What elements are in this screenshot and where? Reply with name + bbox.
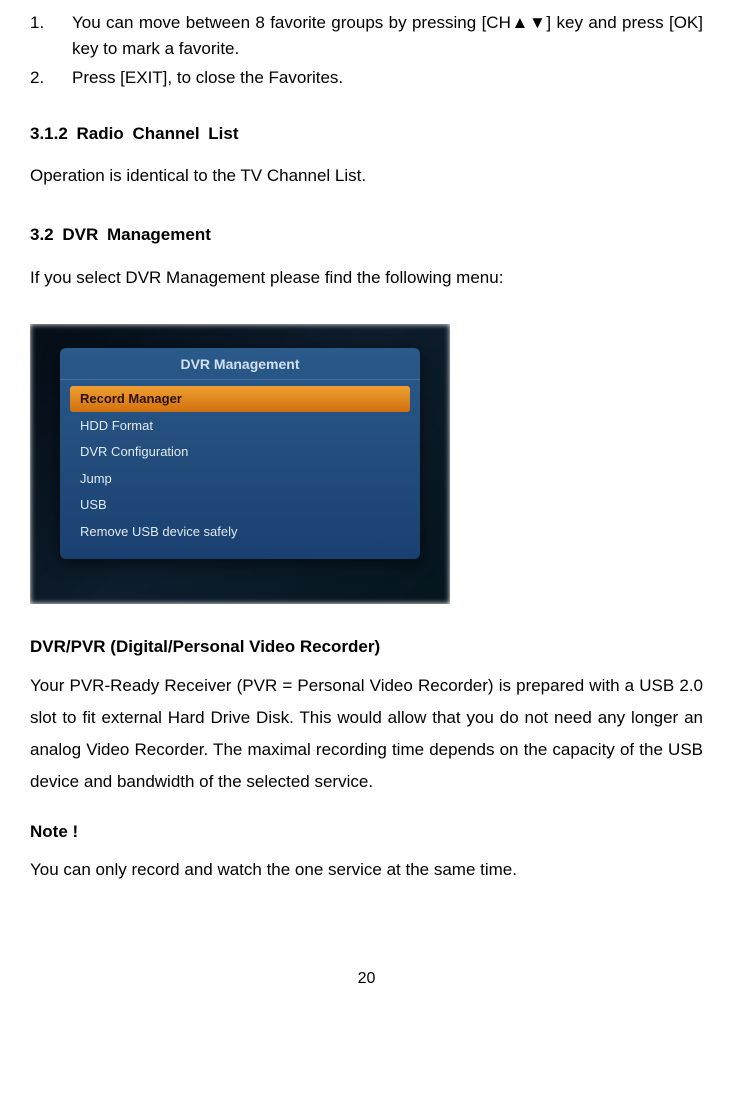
dvr-pvr-body: Your PVR-Ready Receiver (PVR = Personal … — [30, 670, 703, 799]
menu-item-usb: USB — [70, 492, 410, 518]
list-text: Press [EXIT], to close the Favorites. — [72, 65, 703, 91]
page-number: 20 — [30, 967, 703, 991]
note-heading: Note ! — [30, 819, 703, 845]
list-number: 1. — [30, 10, 72, 61]
menu-item-record-manager: Record Manager — [70, 386, 410, 412]
menu-window: DVR Management Record Manager HDD Format… — [60, 348, 420, 559]
heading-3-1-2: 3.1.2 Radio Channel List — [30, 121, 703, 147]
body-3-1-2: Operation is identical to the TV Channel… — [30, 160, 703, 192]
menu-item-hdd-format: HDD Format — [70, 413, 410, 439]
dvr-menu-screenshot: DVR Management Record Manager HDD Format… — [30, 324, 450, 604]
menu-item-remove-usb: Remove USB device safely — [70, 519, 410, 545]
list-item-1: 1. You can move between 8 favorite group… — [30, 10, 703, 61]
menu-items: Record Manager HDD Format DVR Configurat… — [60, 380, 420, 551]
dvr-pvr-heading: DVR/PVR (Digital/Personal Video Recorder… — [30, 634, 703, 660]
menu-title: DVR Management — [60, 348, 420, 380]
body-3-2-intro: If you select DVR Management please find… — [30, 262, 703, 294]
list-number: 2. — [30, 65, 72, 91]
list-text: You can move between 8 favorite groups b… — [72, 10, 703, 61]
menu-item-dvr-config: DVR Configuration — [70, 439, 410, 465]
heading-3-2: 3.2 DVR Management — [30, 222, 703, 248]
menu-item-jump: Jump — [70, 466, 410, 492]
note-body: You can only record and watch the one se… — [30, 854, 703, 886]
list-item-2: 2. Press [EXIT], to close the Favorites. — [30, 65, 703, 91]
